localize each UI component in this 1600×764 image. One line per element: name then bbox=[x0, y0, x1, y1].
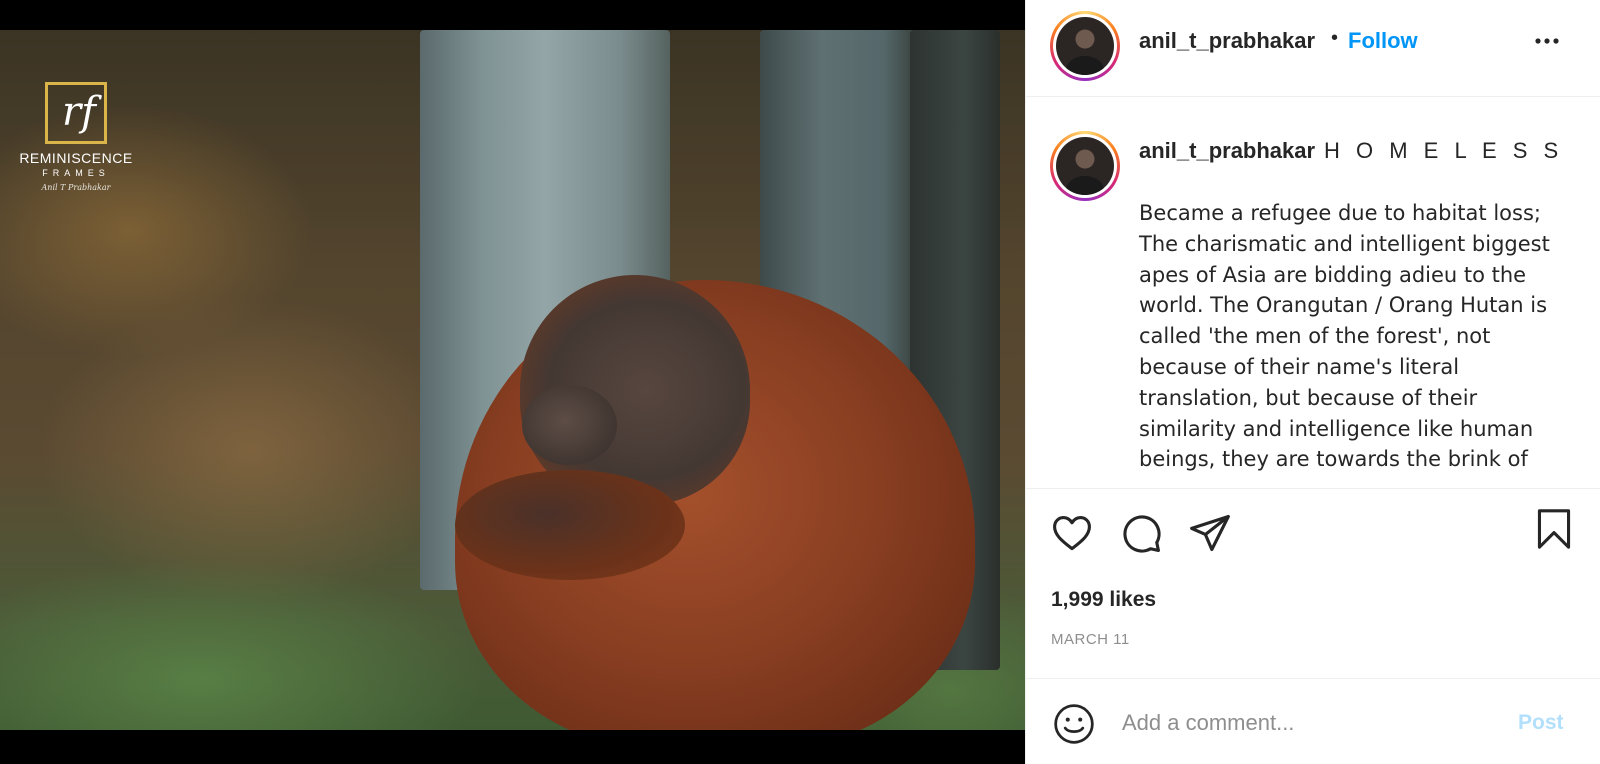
profile-avatar[interactable] bbox=[1050, 11, 1120, 81]
post-sidebar: anil_t_prabhakar • Follow anil_t_prabhak… bbox=[1025, 0, 1600, 764]
post-comment-button[interactable]: Post bbox=[1518, 711, 1564, 735]
bookmark-icon[interactable] bbox=[1534, 507, 1574, 556]
post-header: anil_t_prabhakar • Follow bbox=[1026, 0, 1600, 97]
caption-title: H O M E L E S S bbox=[1324, 138, 1564, 163]
orangutan-arm bbox=[455, 470, 685, 580]
more-options-icon[interactable] bbox=[1532, 26, 1562, 56]
watermark-monogram: rf bbox=[62, 89, 96, 135]
caption-avatar[interactable] bbox=[1050, 131, 1120, 201]
comment-input[interactable] bbox=[1122, 703, 1502, 743]
watermark-logo: rf bbox=[45, 82, 107, 144]
watermark-name: REMINISCENCE bbox=[19, 150, 133, 166]
caption-username[interactable]: anil_t_prabhakar bbox=[1139, 138, 1315, 164]
emoji-icon[interactable] bbox=[1052, 702, 1096, 751]
watermark-subtitle: FRAMES bbox=[42, 168, 110, 178]
post-photo[interactable]: rf REMINISCENCE FRAMES Anil T Prabhakar bbox=[0, 30, 1025, 730]
watermark-signature: Anil T Prabhakar bbox=[41, 183, 111, 192]
header-username[interactable]: anil_t_prabhakar bbox=[1139, 28, 1315, 54]
instagram-post-modal: rf REMINISCENCE FRAMES Anil T Prabhakar … bbox=[0, 0, 1600, 764]
paper-plane-icon[interactable] bbox=[1188, 511, 1232, 560]
avatar-photo bbox=[1056, 17, 1114, 75]
comment-bar: Post bbox=[1026, 678, 1600, 764]
caption-text: Became a refugee due to habitat loss; Th… bbox=[1139, 201, 1550, 472]
post-actions: 1,999 likes MARCH 11 bbox=[1026, 488, 1600, 678]
photo-watermark: rf REMINISCENCE FRAMES Anil T Prabhakar bbox=[10, 82, 142, 196]
header-separator: • bbox=[1331, 27, 1339, 49]
caption-section: anil_t_prabhakar H O M E L E S S Became … bbox=[1026, 98, 1600, 488]
like-count[interactable]: 1,999 likes bbox=[1051, 588, 1156, 612]
post-date[interactable]: MARCH 11 bbox=[1051, 631, 1130, 648]
heart-icon[interactable] bbox=[1050, 511, 1094, 560]
comment-icon[interactable] bbox=[1119, 511, 1163, 560]
avatar-photo bbox=[1056, 137, 1114, 195]
post-media: rf REMINISCENCE FRAMES Anil T Prabhakar bbox=[0, 0, 1025, 764]
orangutan-muzzle bbox=[522, 385, 617, 465]
follow-button[interactable]: Follow bbox=[1348, 28, 1418, 54]
